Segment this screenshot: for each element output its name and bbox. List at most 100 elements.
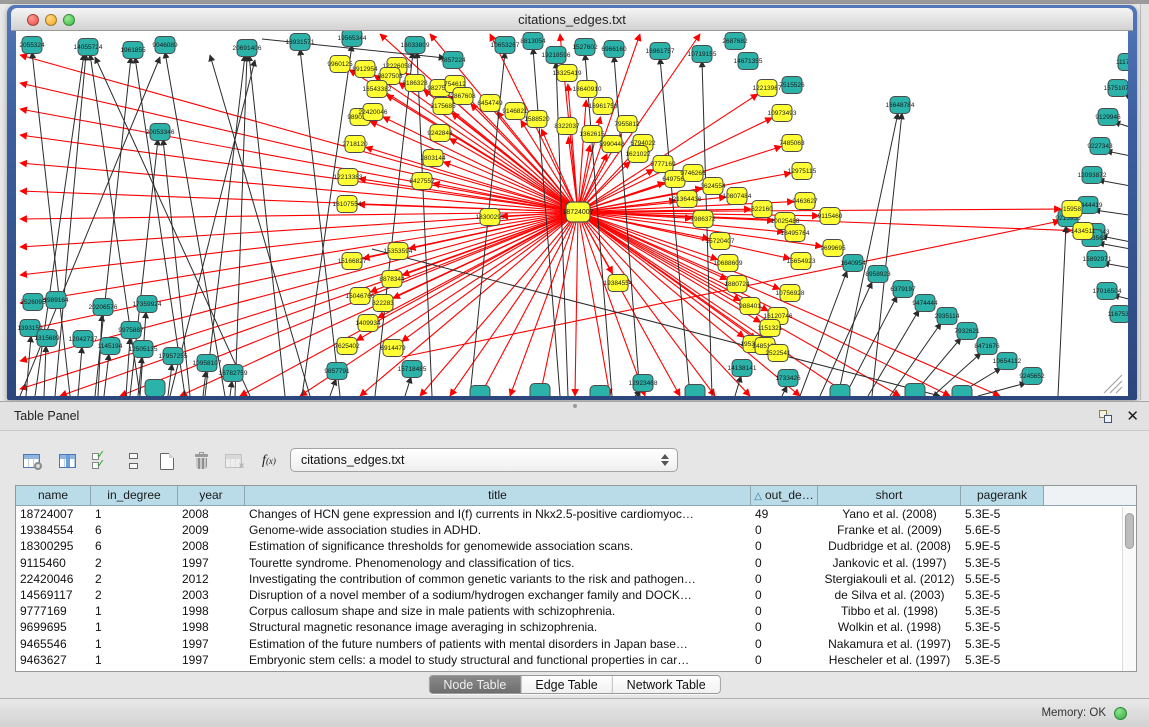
graph-node-label: 9857791 [324, 368, 350, 375]
table-cell: 9699695 [16, 619, 91, 635]
table-cell: 0 [751, 522, 818, 538]
column-header-year[interactable]: year [178, 486, 245, 505]
table-row[interactable]: 946554611997Estimation of the future num… [16, 636, 1136, 652]
column-header-pagerank[interactable]: pagerank [961, 486, 1044, 505]
graph-node-label: 1733426 [775, 375, 801, 382]
graph-node[interactable] [685, 385, 705, 397]
graph-node-label: 8813054 [520, 38, 546, 45]
close-panel-icon[interactable]: ✕ [1126, 407, 1139, 425]
graph-node-label: 12093872 [1078, 172, 1107, 179]
graph-node[interactable] [145, 380, 165, 397]
table-scrollbar[interactable] [1122, 507, 1136, 671]
table-cell: 9465546 [16, 636, 91, 652]
table-cell: 18724007 [16, 506, 91, 522]
column-header-out_de[interactable]: △out_de… [751, 486, 818, 505]
graph-node-label: 16120746 [764, 313, 793, 320]
graph-hub-label: 18724007 [562, 209, 593, 216]
table-row[interactable]: 1830029562008Estimation of significance … [16, 538, 1136, 554]
network-graph[interactable]: 2055324140557241961855904608920691406139… [16, 31, 1128, 396]
graph-node-label: 10756928 [776, 290, 805, 297]
graph-node-label: 14055724 [74, 44, 103, 51]
graph-node-label: 18495764 [781, 230, 810, 237]
table-row[interactable]: 946362711997Embryonic stem cells: a mode… [16, 652, 1136, 668]
column-header-short[interactable]: short [818, 486, 961, 505]
graph-node-label: 16961757 [646, 48, 675, 55]
minimize-window-button[interactable] [45, 14, 57, 26]
graph-node-label: 16033809 [401, 42, 430, 49]
table-row[interactable]: 1456911722003Disruption of a novel membe… [16, 587, 1136, 603]
graph-node[interactable] [470, 386, 490, 397]
graph-node-label: 20053346 [146, 129, 175, 136]
table-settings-button[interactable] [16, 446, 46, 476]
table-scrollbar-thumb[interactable] [1125, 513, 1134, 549]
table-cell: 14569117 [16, 587, 91, 603]
graph-node-label: 19384554 [604, 280, 633, 287]
graph-node-label: 14138141 [728, 365, 757, 372]
table-cell: Franke et al. (2009) [818, 522, 961, 538]
graph-node-label: 18640910 [573, 86, 602, 93]
graph-node[interactable] [590, 386, 610, 397]
splitter-grip[interactable] [573, 404, 577, 408]
table-cell: 5.6E-5 [961, 522, 1044, 538]
graph-node-label: 16648784 [886, 102, 915, 109]
table-source-value: citations_edges.txt [301, 453, 657, 467]
window-titlebar[interactable]: citations_edges.txt [11, 8, 1133, 31]
graph-node-label: 1315689 [34, 335, 60, 342]
memory-status-dot[interactable] [1114, 707, 1127, 720]
column-header-in_degree[interactable]: in_degree [91, 486, 178, 505]
graph-node-label: 1362615 [579, 131, 605, 138]
graph-node-label: 8471676 [974, 343, 1000, 350]
table-row[interactable]: 2242004622012Investigating the contribut… [16, 571, 1136, 587]
graph-node-label: 7857224 [440, 57, 466, 64]
function-button[interactable]: f(x) [254, 446, 284, 476]
zoom-window-button[interactable] [63, 14, 75, 26]
graph-node-label: 21364436 [673, 196, 702, 203]
table-row[interactable]: 1938455462009Genome-wide association stu… [16, 522, 1136, 538]
graph-node-label: 15353594 [384, 248, 413, 255]
graph-node[interactable] [530, 384, 550, 397]
table-row[interactable]: 911546021997Tourette syndrome. Phenomeno… [16, 555, 1136, 571]
table-row[interactable]: 977716911998Corpus callosum shape and si… [16, 603, 1136, 619]
row-select-button[interactable]: ✓✓ [86, 446, 116, 476]
desktop-top-edge [0, 0, 1149, 4]
table-cell: 1 [91, 603, 178, 619]
table-cell: 0 [751, 571, 818, 587]
graph-node-label: 7515526 [779, 82, 805, 89]
graph-node-label: 13325419 [553, 70, 582, 77]
table-source-dropdown[interactable]: citations_edges.txt [290, 448, 678, 472]
graph-node-label: 1434511 [1071, 228, 1096, 235]
table-panel-title: Table Panel [14, 409, 79, 423]
tab-network-table[interactable]: Network Table [613, 676, 720, 693]
tab-node-table[interactable]: Node Table [429, 676, 521, 693]
table-cell: 5.3E-5 [961, 603, 1044, 619]
graph-node[interactable] [830, 385, 850, 397]
column-header-name[interactable]: name [16, 486, 91, 505]
table-cell: 2 [91, 571, 178, 587]
graph-node-label: 7932621 [954, 328, 980, 335]
close-window-button[interactable] [27, 14, 39, 26]
graph-node[interactable] [952, 386, 972, 397]
graph-node-label: 1588520 [524, 116, 550, 123]
float-panel-icon[interactable] [1099, 410, 1113, 424]
table-settings-icon [23, 454, 40, 468]
rows-button[interactable] [118, 446, 148, 476]
graph-node-label: 15718485 [398, 366, 427, 373]
graph-node[interactable] [905, 384, 925, 397]
table-row[interactable]: 969969511998Structural magnetic resonanc… [16, 619, 1136, 635]
table-columns-icon [59, 454, 76, 468]
graph-node-label: 9046089 [152, 42, 178, 49]
graph-node-label: 2718120 [342, 141, 368, 148]
delete-button[interactable] [186, 446, 216, 476]
column-header-title[interactable]: title [245, 486, 751, 505]
graph-node-label: 9227343 [1087, 143, 1113, 150]
graph-node-label: 14671355 [734, 58, 763, 65]
tab-edge-table[interactable]: Edge Table [521, 676, 612, 693]
graph-node-label: 988401 [739, 303, 761, 310]
network-canvas[interactable]: 2055324140557241961855904608920691406139… [16, 31, 1128, 396]
graph-node-label: 10653267 [491, 42, 520, 49]
table-row[interactable]: 1872400712008Changes of HCN gene express… [16, 506, 1136, 522]
new-document-button[interactable] [152, 446, 182, 476]
table-columns-button[interactable] [52, 446, 82, 476]
table-cell: 1 [91, 506, 178, 522]
graph-node-label: 754612 [444, 81, 466, 88]
